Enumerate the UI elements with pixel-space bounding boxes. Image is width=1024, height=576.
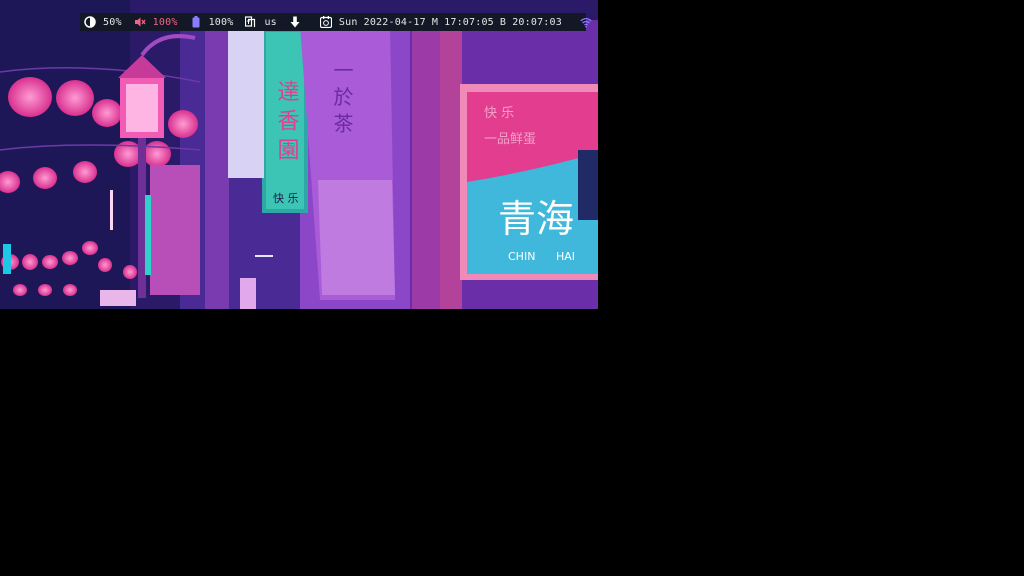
brightness-indicator[interactable]: 50%: [84, 16, 122, 28]
clock-time-a: 17:07:05: [444, 16, 494, 28]
clock-day: Sun: [338, 16, 358, 28]
wallpaper-sign-top-left: 快 乐: [484, 106, 514, 121]
wallpaper-banner-mid: 一 於 茶: [330, 60, 354, 133]
brightness-icon: [84, 16, 96, 28]
keyboard-layout-value: us: [264, 16, 277, 28]
keyboard-layout-icon: [245, 16, 257, 28]
desktop-screen: 快 乐 一品鲜蛋 青海 CHIN HAI 達 香 園 快 乐 一 於 茶 50%: [0, 0, 598, 309]
status-bar: 50% 100% 100% us Sun 2022-04-17 M 17:07:…: [80, 13, 592, 31]
keyboard-layout-indicator[interactable]: us: [245, 16, 277, 28]
brightness-value: 50%: [103, 16, 122, 28]
wallpaper-image: 快 乐 一品鲜蛋 青海 CHIN HAI 達 香 園 快 乐 一 於 茶: [0, 0, 598, 309]
download-indicator[interactable]: [289, 16, 308, 28]
wifi-icon: [580, 16, 592, 28]
volume-muted-icon: [134, 16, 146, 28]
download-arrow-icon: [289, 16, 301, 28]
wallpaper-sign-top-right: 一品鲜蛋: [484, 132, 536, 147]
volume-value: 100%: [152, 16, 178, 28]
wallpaper-banner-left: 達 香 園: [274, 80, 300, 160]
clock-time-b: 20:07:03: [512, 16, 562, 28]
wallpaper-sign-latin-left: CHIN: [508, 250, 535, 263]
battery-value: 100%: [208, 16, 234, 28]
clock-zone-b: B: [499, 16, 507, 28]
wallpaper-banner-left-small: 快 乐: [273, 192, 299, 205]
volume-indicator[interactable]: 100%: [134, 16, 178, 28]
wallpaper-sign-latin-right: HAI: [556, 250, 575, 263]
battery-indicator[interactable]: 100%: [190, 16, 234, 28]
clock-zone-a: M: [431, 16, 439, 28]
battery-icon: [190, 16, 202, 28]
clock-indicator[interactable]: Sun 2022-04-17 M 17:07:05 B 20:07:03: [319, 16, 562, 28]
wallpaper-sign-cn: 青海: [498, 197, 574, 241]
clock-date: 2022-04-17: [363, 16, 426, 28]
wifi-indicator[interactable]: [580, 16, 598, 28]
clock-icon: [319, 16, 332, 28]
